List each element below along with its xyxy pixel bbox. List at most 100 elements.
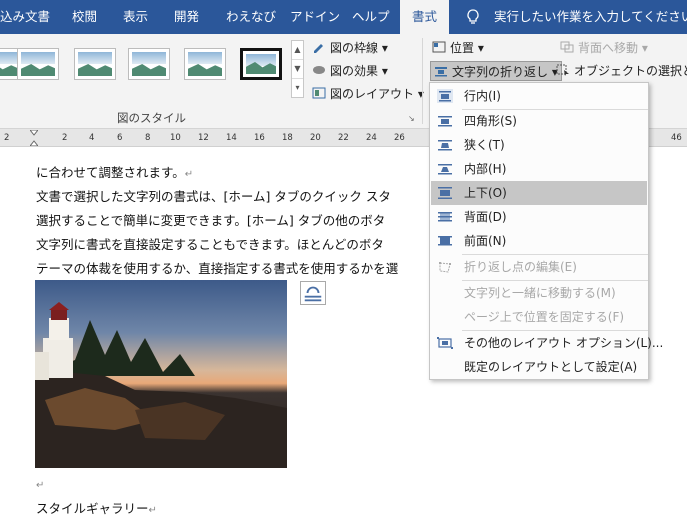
send-backward-button[interactable]: 背面へ移動 ▾ xyxy=(560,38,648,58)
menu-item-square[interactable]: 四角形(S) xyxy=(431,109,647,133)
top-bottom-icon xyxy=(438,187,452,199)
paragraph-line: テーマの体裁を使用するか、直接指定する書式を使用するかを選 xyxy=(36,261,399,276)
menu-item-inline[interactable]: 行内(I) xyxy=(431,84,647,108)
wrap-text-button[interactable]: 文字列の折り返し ▾ xyxy=(430,61,562,81)
menu-item-label: 背面(D) xyxy=(464,210,507,224)
gallery-scroll[interactable]: ▲ ▼ ▾ xyxy=(291,40,304,98)
menu-item-tight[interactable]: 狭く(T) xyxy=(431,133,647,157)
ruler-tick: 6 xyxy=(117,133,123,143)
chevron-down-icon[interactable]: ▼ xyxy=(292,60,303,79)
layout-options-button[interactable] xyxy=(300,281,326,305)
ruler-tick: 14 xyxy=(226,133,237,143)
tab-format[interactable]: 書式 xyxy=(400,0,450,34)
tight-icon xyxy=(438,140,452,151)
in-front-icon xyxy=(438,236,452,246)
picture-style-thumb[interactable] xyxy=(74,48,116,80)
tab-addins[interactable]: アドイン xyxy=(290,0,340,34)
picture-layout-button[interactable]: 図のレイアウト ▾ xyxy=(312,84,424,104)
position-label: 位置 xyxy=(450,41,475,55)
ruler-tick: 26 xyxy=(394,133,405,143)
picture-border-label: 図の枠線 xyxy=(330,41,379,55)
return-mark: ↵ xyxy=(184,169,194,180)
menu-item-label: 既定のレイアウトとして設定(A) xyxy=(464,360,638,374)
menu-item-top-bottom[interactable]: 上下(O) xyxy=(431,181,647,205)
chevron-up-icon[interactable]: ▲ xyxy=(292,41,303,60)
menu-item-label: 四角形(S) xyxy=(464,114,517,128)
paragraph-line: 文書で選択した文字列の書式は、[ホーム] タブのクイック スタ xyxy=(36,189,391,204)
tab-view[interactable]: 表示 xyxy=(123,0,148,34)
tab-review[interactable]: 校閲 xyxy=(72,0,97,34)
menu-item-move-with-text[interactable]: 文字列と一緒に移動する(M) xyxy=(431,281,647,305)
return-mark: ↵ xyxy=(36,480,45,491)
indent-marker-icon[interactable] xyxy=(28,129,40,147)
pen-icon xyxy=(314,44,323,53)
menu-item-label: 内部(H) xyxy=(464,162,507,176)
ruler-tick: 22 xyxy=(338,133,349,143)
menu-item-label: ページ上で位置を固定する(F) xyxy=(464,310,625,324)
lighthouse-photo[interactable] xyxy=(35,280,287,468)
paragraph-line: に合わせて調整されます。↵ xyxy=(36,162,193,181)
ruler-tick: 2 xyxy=(4,133,10,143)
menu-item-label: 上下(O) xyxy=(464,186,507,200)
picture-layout-label: 図のレイアウト xyxy=(330,87,415,101)
tab-developer[interactable]: 開発 xyxy=(174,0,199,34)
lightbulb-icon xyxy=(467,9,479,24)
picture-style-thumb-selected[interactable] xyxy=(240,48,282,80)
behind-text-icon xyxy=(438,212,452,222)
caption-line: スタイルギャラリー↵ xyxy=(36,498,157,517)
position-button[interactable]: 位置 ▾ xyxy=(432,38,484,58)
ruler-tick: 16 xyxy=(254,133,265,143)
ruler-tick: 10 xyxy=(170,133,181,143)
menu-item-fix-position[interactable]: ページ上で位置を固定する(F) xyxy=(431,305,647,329)
ruler-tick: 46 xyxy=(671,133,682,143)
picture-style-thumb[interactable] xyxy=(17,48,59,80)
wrap-text-icon xyxy=(435,67,447,77)
inline-icon xyxy=(437,89,453,103)
ruler-tick: 24 xyxy=(366,133,377,143)
wrap-text-label: 文字列の折り返し xyxy=(452,65,549,79)
ruler-tick: 20 xyxy=(310,133,321,143)
menu-item-edit-wrap-points[interactable]: 折り返し点の編集(E) xyxy=(431,255,647,279)
through-icon xyxy=(438,164,452,175)
menu-item-label: 折り返し点の編集(E) xyxy=(464,260,577,274)
position-icon xyxy=(432,41,446,53)
layout-icon xyxy=(312,87,326,99)
tab-help[interactable]: ヘルプ xyxy=(352,0,390,34)
menu-item-behind-text[interactable]: 背面(D) xyxy=(431,205,647,229)
gallery-more-icon[interactable]: ▾ xyxy=(292,79,303,98)
picture-effects-button[interactable]: 図の効果 ▾ xyxy=(312,61,388,81)
picture-border-button[interactable]: 図の枠線 ▾ xyxy=(312,38,388,58)
tab-waenavi[interactable]: わえなび xyxy=(226,0,276,34)
picture-styles-group-label: 図のスタイル xyxy=(117,111,186,125)
picture-effects-label: 図の効果 xyxy=(330,64,379,78)
group-separator xyxy=(422,38,423,124)
menu-item-in-front[interactable]: 前面(N) xyxy=(431,229,647,253)
dialog-launcher-icon[interactable]: ↘ xyxy=(408,114,415,123)
return-mark: ↵ xyxy=(148,505,157,516)
menu-item-label: 狭く(T) xyxy=(464,138,505,152)
send-backward-label: 背面へ移動 xyxy=(578,41,639,55)
picture-style-thumb[interactable] xyxy=(128,48,170,80)
menu-item-more-layout-options[interactable]: その他のレイアウト オプション(L)... xyxy=(431,331,663,355)
picture-style-thumb[interactable] xyxy=(184,48,226,80)
caption-text: スタイルギャラリー xyxy=(36,501,149,516)
ruler-tick: 2 xyxy=(62,133,68,143)
send-backward-icon xyxy=(560,41,574,53)
selection-pane-label: オブジェクトの選択と表示 xyxy=(574,64,687,78)
wrap-text-menu: 行内(I) 四角形(S) 狭く(T) 内部(H) 上下(O) 背面(D) 前面(… xyxy=(429,82,663,380)
selection-pane-icon xyxy=(556,64,569,76)
menu-item-set-default-layout[interactable]: 既定のレイアウトとして設定(A) xyxy=(431,355,647,379)
effects-icon xyxy=(313,66,325,74)
square-icon xyxy=(438,116,452,127)
layout-options-icon xyxy=(437,337,453,349)
menu-item-label: 文字列と一緒に移動する(M) xyxy=(464,286,616,300)
menu-item-through[interactable]: 内部(H) xyxy=(431,157,647,181)
paragraph-line: 文字列に書式を直接設定することもできます。ほとんどのボタ xyxy=(36,237,384,252)
selection-pane-button[interactable]: オブジェクトの選択と表示 xyxy=(556,61,687,81)
menu-item-label: その他のレイアウト オプション(L)... xyxy=(464,336,664,350)
layout-options-icon xyxy=(304,286,322,302)
edit-wrap-points-icon xyxy=(439,262,451,273)
paragraph-text: に合わせて調整されます。 xyxy=(36,165,185,180)
tell-me-search[interactable]: 実行したい作業を入力してください xyxy=(494,0,687,34)
tab-mailings[interactable]: 込み文書 xyxy=(0,0,50,34)
